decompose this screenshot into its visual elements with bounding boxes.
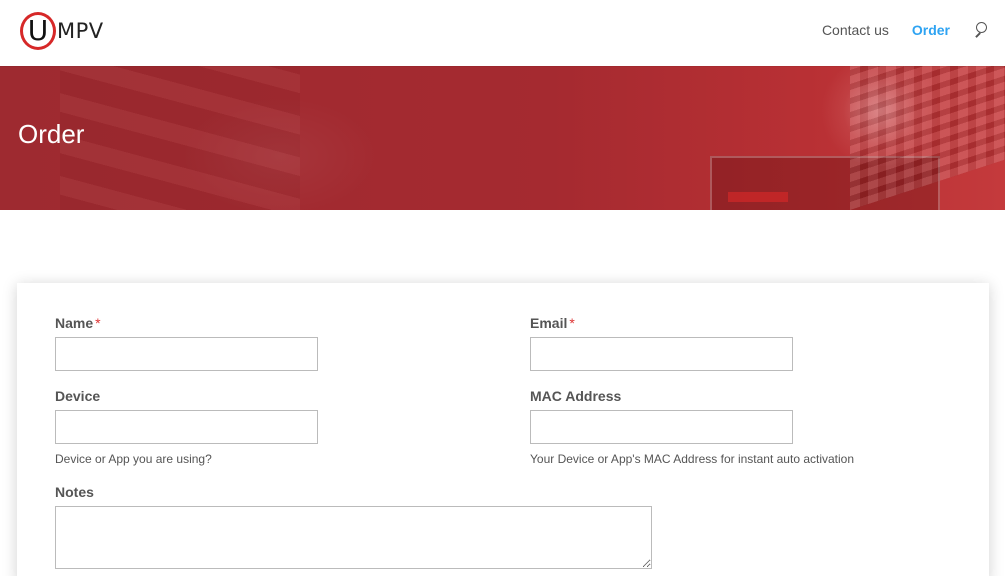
- email-label: Email *: [530, 315, 575, 331]
- email-field-group: Email *: [530, 315, 793, 371]
- device-input[interactable]: [55, 410, 318, 444]
- site-logo[interactable]: U MPV: [20, 11, 104, 51]
- mac-address-input[interactable]: [530, 410, 793, 444]
- mac-address-description: Your Device or App's MAC Address for ins…: [530, 452, 855, 466]
- logo-circle-letter: U: [20, 12, 56, 50]
- device-description: Device or App you are using?: [55, 452, 212, 466]
- mac-address-label: MAC Address: [530, 388, 622, 404]
- email-input[interactable]: [530, 337, 793, 371]
- main-nav: Contact us Order: [799, 22, 989, 38]
- search-icon[interactable]: [973, 22, 989, 38]
- required-marker: *: [95, 315, 101, 331]
- name-label: Name *: [55, 315, 101, 331]
- device-field-group: Device Device or App you are using?: [55, 388, 318, 466]
- nav-item-contact-us[interactable]: Contact us: [822, 22, 889, 38]
- name-field-group: Name *: [55, 315, 318, 371]
- hero-tv-bar-graphic: [728, 192, 788, 202]
- nav-item-order[interactable]: Order: [912, 22, 950, 38]
- hero-texture-highlight: [180, 96, 380, 210]
- page-hero-banner: Order: [0, 66, 1005, 210]
- logo-wordmark: MPV: [57, 19, 104, 43]
- page-title: Order: [18, 119, 85, 149]
- order-form-card: Name * Email * Device Device or App you ar…: [17, 283, 989, 576]
- notes-textarea[interactable]: [55, 506, 652, 569]
- required-marker: *: [569, 315, 575, 331]
- mac-address-field-group: MAC Address Your Device or App's MAC Add…: [530, 388, 854, 466]
- site-header: U MPV Contact us Order: [0, 0, 1005, 66]
- notes-field-group: Notes: [55, 484, 652, 569]
- name-input[interactable]: [55, 337, 318, 371]
- device-label: Device: [55, 388, 101, 404]
- notes-label: Notes: [55, 484, 94, 500]
